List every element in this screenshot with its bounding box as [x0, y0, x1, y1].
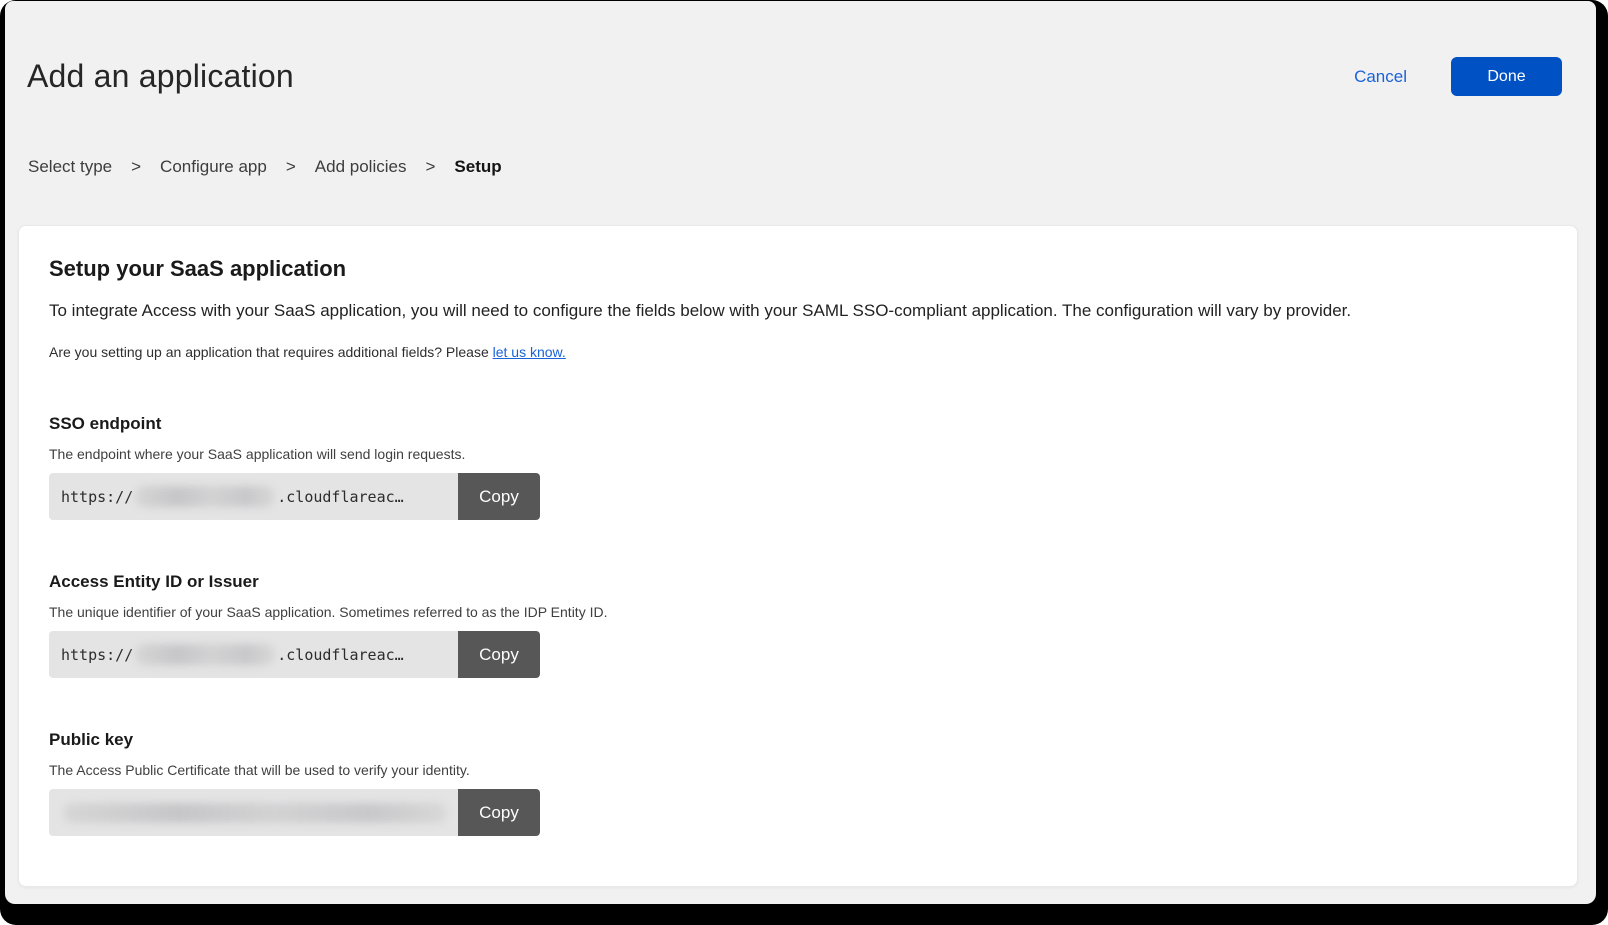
let-us-know-link[interactable]: let us know.: [493, 344, 566, 360]
field-sso-endpoint: SSO endpoint The endpoint where your Saa…: [49, 414, 1547, 520]
app-screen: Add an application Cancel Done Select ty…: [5, 1, 1596, 904]
field-label: Access Entity ID or Issuer: [49, 572, 1547, 592]
page-title: Add an application: [27, 58, 294, 95]
note-prefix: Are you setting up an application that r…: [49, 344, 493, 360]
value-suffix: .cloudflareac…: [277, 646, 403, 664]
redacted-value: [63, 803, 447, 823]
field-description: The unique identifier of your SaaS appli…: [49, 604, 1547, 620]
field-label: SSO endpoint: [49, 414, 1547, 434]
value-prefix: https://: [61, 488, 133, 506]
cancel-button[interactable]: Cancel: [1354, 67, 1407, 87]
field-public-key: Public key The Access Public Certificate…: [49, 730, 1547, 836]
breadcrumb-item-setup: Setup: [454, 157, 501, 177]
field-value: [49, 789, 458, 836]
field-value-row: Copy: [49, 789, 540, 836]
field-value-row: https:// .cloudflareac… Copy: [49, 473, 540, 520]
breadcrumb-item-add-policies[interactable]: Add policies: [315, 157, 407, 177]
breadcrumb-item-select-type[interactable]: Select type: [28, 157, 112, 177]
intro-text: To integrate Access with your SaaS appli…: [49, 299, 1547, 323]
field-value: https:// .cloudflareac…: [49, 631, 458, 678]
header-actions: Cancel Done: [1354, 57, 1562, 96]
value-suffix: .cloudflareac…: [277, 488, 403, 506]
setup-card: Setup your SaaS application To integrate…: [18, 225, 1578, 887]
field-description: The endpoint where your SaaS application…: [49, 446, 1547, 462]
breadcrumb-separator: >: [286, 157, 296, 177]
breadcrumb: Select type > Configure app > Add polici…: [28, 157, 1596, 177]
field-value: https:// .cloudflareac…: [49, 473, 458, 520]
viewport: Add an application Cancel Done Select ty…: [0, 0, 1608, 925]
field-label: Public key: [49, 730, 1547, 750]
breadcrumb-item-configure-app[interactable]: Configure app: [160, 157, 267, 177]
copy-button[interactable]: Copy: [458, 473, 540, 520]
note-text: Are you setting up an application that r…: [49, 344, 1547, 360]
redacted-value: [135, 644, 275, 665]
field-value-row: https:// .cloudflareac… Copy: [49, 631, 540, 678]
top-bar: Add an application Cancel Done: [5, 1, 1596, 96]
copy-button[interactable]: Copy: [458, 631, 540, 678]
done-button[interactable]: Done: [1451, 57, 1562, 96]
field-description: The Access Public Certificate that will …: [49, 762, 1547, 778]
breadcrumb-separator: >: [425, 157, 435, 177]
field-access-entity-id: Access Entity ID or Issuer The unique id…: [49, 572, 1547, 678]
value-prefix: https://: [61, 646, 133, 664]
copy-button[interactable]: Copy: [458, 789, 540, 836]
breadcrumb-separator: >: [131, 157, 141, 177]
redacted-value: [135, 486, 275, 507]
card-heading: Setup your SaaS application: [49, 256, 1547, 282]
